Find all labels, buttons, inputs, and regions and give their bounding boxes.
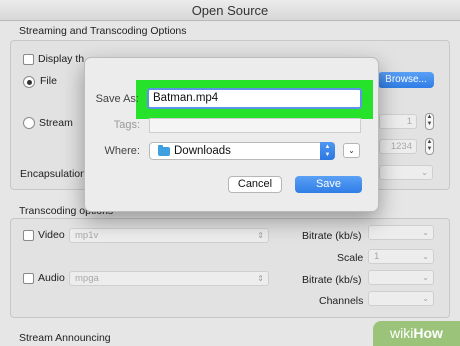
chevron-down-icon: ⌄ xyxy=(348,146,355,155)
streaming-section-title: Streaming and Transcoding Options xyxy=(19,25,187,37)
stream-value-stepper[interactable]: ▲ ▼ xyxy=(425,113,434,130)
chevron-down-icon: ⌄ xyxy=(422,294,429,303)
tags-input[interactable] xyxy=(149,118,361,133)
file-label: File xyxy=(40,75,57,87)
where-select[interactable]: Downloads ▲ ▼ xyxy=(149,142,335,160)
audio-bitrate-select[interactable]: ⌄ xyxy=(368,270,434,285)
file-radio[interactable] xyxy=(23,76,35,88)
logo-wiki: wiki xyxy=(390,325,414,341)
chevron-updown-icon: ▲ ▼ xyxy=(320,142,335,160)
video-bitrate-select[interactable]: ⌄ xyxy=(368,225,434,240)
encapsulation-select[interactable]: ⌄ xyxy=(379,165,433,180)
encapsulation-label: Encapsulation xyxy=(20,168,86,180)
where-label: Where: xyxy=(104,145,140,157)
chevron-down-icon: ⌄ xyxy=(421,168,428,177)
scale-label: Scale xyxy=(337,252,364,264)
video-checkbox[interactable] xyxy=(23,230,34,241)
where-value: Downloads xyxy=(174,145,231,157)
wikihow-logo: wikiHow xyxy=(373,321,460,346)
audio-checkbox[interactable] xyxy=(23,273,34,284)
channels-label: Channels xyxy=(319,295,364,307)
display-checkbox[interactable] xyxy=(23,54,34,65)
stream-radio[interactable] xyxy=(23,117,35,129)
chevron-updown-icon: ⇕ xyxy=(257,274,264,283)
display-label: Display th xyxy=(38,53,85,65)
scale-select[interactable]: 1 ⌄ xyxy=(368,249,434,264)
video-bitrate-label: Bitrate (kb/s) xyxy=(302,230,362,242)
chevron-down-icon: ⌄ xyxy=(422,252,429,261)
announcing-section-title: Stream Announcing xyxy=(19,332,111,344)
audio-bitrate-label: Bitrate (kb/s) xyxy=(302,274,362,286)
cancel-button[interactable]: Cancel xyxy=(228,176,282,193)
audio-label: Audio xyxy=(38,272,65,284)
tags-label: Tags: xyxy=(113,119,140,131)
window-title: Open Source xyxy=(0,0,460,21)
stream-label: Stream xyxy=(39,117,73,129)
save-as-label: Save As: xyxy=(95,93,139,105)
audio-codec-select[interactable]: mpga ⇕ xyxy=(69,271,269,286)
stream-value-field[interactable]: 1 xyxy=(379,114,417,129)
stream-port-field[interactable]: 1234 xyxy=(379,139,417,154)
chevron-updown-icon: ⇕ xyxy=(257,231,264,240)
chevron-down-icon: ⌄ xyxy=(422,228,429,237)
video-codec-value: mp1v xyxy=(75,230,99,241)
video-codec-select[interactable]: mp1v ⇕ xyxy=(69,228,269,243)
expand-dialog-button[interactable]: ⌄ xyxy=(343,143,360,158)
save-as-input[interactable]: Batman.mp4 xyxy=(147,88,362,109)
browse-button[interactable]: Browse... xyxy=(378,72,434,88)
chevron-down-icon: ⌄ xyxy=(422,273,429,282)
stream-port-stepper[interactable]: ▲ ▼ xyxy=(425,138,434,155)
video-label: Video xyxy=(38,229,65,241)
channels-select[interactable]: ⌄ xyxy=(368,291,434,306)
audio-codec-value: mpga xyxy=(75,273,99,284)
save-button[interactable]: Save xyxy=(295,176,362,193)
folder-icon xyxy=(158,145,170,156)
scale-value: 1 xyxy=(374,251,380,262)
logo-how: How xyxy=(413,325,443,341)
